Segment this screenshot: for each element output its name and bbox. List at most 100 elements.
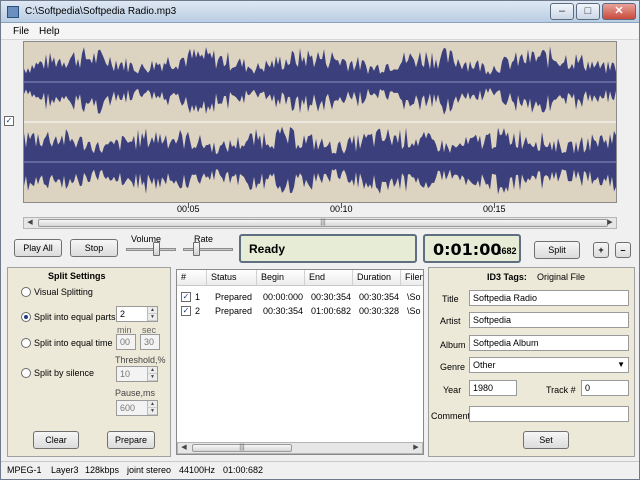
split-settings-title: Split Settings xyxy=(48,271,106,281)
scroll-left-arrow-icon[interactable]: ◀ xyxy=(24,218,36,228)
waveform-scrollbar[interactable]: ◀ ||| ▶ xyxy=(23,217,617,229)
rate-slider-track[interactable] xyxy=(183,248,233,251)
radio-silence[interactable] xyxy=(21,368,31,378)
stop-button[interactable]: Stop xyxy=(70,239,118,257)
id3-source: Original File xyxy=(537,272,586,282)
min-input[interactable]: 00 xyxy=(116,334,136,350)
volume-slider-thumb[interactable] xyxy=(153,242,160,256)
table-scrollbar[interactable]: ◀ ||| ▶ xyxy=(177,442,423,454)
threshold-spinner[interactable]: ▲ ▼ xyxy=(147,367,157,381)
row-checkbox[interactable]: ✓ xyxy=(181,306,191,316)
wave-side-panel xyxy=(617,41,639,203)
chevron-down-icon[interactable]: ▼ xyxy=(617,358,625,372)
track-label: Track # xyxy=(546,385,576,395)
menu-file[interactable]: File xyxy=(13,26,29,37)
scrollbar-thumb[interactable]: ||| xyxy=(38,219,608,227)
menu-bar: File Help xyxy=(1,23,639,40)
comment-label: Comment xyxy=(431,411,471,421)
prepare-button[interactable]: Prepare xyxy=(107,431,155,449)
pause-label: Pause,ms xyxy=(115,388,156,398)
status-format: MPEG-1 xyxy=(7,465,42,475)
track-checkbox[interactable]: ✓ xyxy=(4,116,14,126)
parts-value: 2 xyxy=(120,309,126,319)
menu-help[interactable]: Help xyxy=(39,26,60,37)
row-begin: 00:30:354 xyxy=(263,306,304,316)
radio-visual-splitting[interactable] xyxy=(21,287,31,297)
year-label: Year xyxy=(443,385,462,395)
track-input[interactable]: 0 xyxy=(581,380,629,396)
sec-input[interactable]: 30 xyxy=(140,334,160,350)
time-display: 0:01:00 .682 xyxy=(423,234,521,263)
comment-input[interactable] xyxy=(469,406,629,422)
split-results-table: # Status Begin End Duration Filen ✓ 1 Pr… xyxy=(176,269,424,455)
status-bitrate: 128kbps xyxy=(85,465,120,475)
parts-input[interactable]: 2 ▲ ▼ xyxy=(116,306,158,322)
threshold-label: Threshold,% xyxy=(115,355,166,365)
row-end: 01:00:682 xyxy=(311,306,352,316)
row-num: 1 xyxy=(195,292,201,302)
volume-slider-track[interactable] xyxy=(126,248,176,251)
radio-equal-parts[interactable] xyxy=(21,312,31,322)
col-header-end[interactable]: End xyxy=(305,270,353,286)
add-button[interactable]: + xyxy=(593,242,609,258)
album-input[interactable]: Softpedia Album xyxy=(469,335,629,351)
col-header-duration[interactable]: Duration xyxy=(353,270,401,286)
col-header-begin[interactable]: Begin xyxy=(257,270,305,286)
col-header-num[interactable]: # xyxy=(177,270,207,286)
app-window: C:\Softpedia\Softpedia Radio.mp3 – □ ✕ F… xyxy=(0,0,640,480)
row-file: \So xyxy=(407,292,421,302)
option-visual-splitting[interactable]: Visual Splitting xyxy=(34,287,93,297)
row-file: \So xyxy=(407,306,421,316)
year-input[interactable]: 1980 xyxy=(469,380,517,396)
waveform-channel-1 xyxy=(24,46,616,115)
clear-button[interactable]: Clear xyxy=(33,431,79,449)
radio-equal-time[interactable] xyxy=(21,338,31,348)
rate-slider-thumb[interactable] xyxy=(193,242,200,256)
col-header-status[interactable]: Status xyxy=(207,270,257,286)
pause-spinner[interactable]: ▲ ▼ xyxy=(147,401,157,415)
option-silence[interactable]: Split by silence xyxy=(34,368,94,378)
play-all-button[interactable]: Play All xyxy=(14,239,62,257)
artist-label: Artist xyxy=(440,316,461,326)
waveform-graphic xyxy=(24,46,616,195)
window-title: C:\Softpedia\Softpedia Radio.mp3 xyxy=(25,6,177,17)
genre-select[interactable]: Other ▼ xyxy=(469,357,629,373)
track-gutter: ✓ xyxy=(1,41,23,203)
close-button[interactable]: ✕ xyxy=(602,3,636,20)
title-bar: C:\Softpedia\Softpedia Radio.mp3 – □ ✕ xyxy=(1,1,639,23)
row-status: Prepared xyxy=(215,292,253,302)
remove-button[interactable]: – xyxy=(615,242,631,258)
table-scrollbar-thumb[interactable]: ||| xyxy=(192,444,292,452)
col-header-filename[interactable]: Filen xyxy=(401,270,423,286)
option-equal-time[interactable]: Split into equal time xyxy=(34,338,113,348)
split-button[interactable]: Split xyxy=(534,241,580,259)
genre-label: Genre xyxy=(440,362,466,372)
status-duration: 01:00:682 xyxy=(223,465,264,475)
waveform-view[interactable] xyxy=(23,41,617,203)
scroll-right-arrow-icon[interactable]: ▶ xyxy=(604,218,616,228)
minimize-button[interactable]: – xyxy=(550,3,574,20)
scroll-left-arrow-icon[interactable]: ◀ xyxy=(178,443,190,453)
timeline-ruler: 00:05 00:10 00:15 xyxy=(23,203,617,215)
row-checkbox[interactable]: ✓ xyxy=(181,292,191,302)
artist-input[interactable]: Softpedia xyxy=(469,312,629,328)
status-text: Ready xyxy=(249,242,286,256)
row-duration: 00:30:354 xyxy=(359,292,400,302)
title-input[interactable]: Softpedia Radio xyxy=(469,290,629,306)
status-display: Ready xyxy=(239,234,417,263)
parts-spinner[interactable]: ▲ ▼ xyxy=(147,307,157,321)
maximize-button[interactable]: □ xyxy=(576,3,600,20)
set-button[interactable]: Set xyxy=(523,431,569,449)
time-mark-2: 00:10 xyxy=(330,204,353,214)
status-layer: Layer3 xyxy=(51,465,79,475)
pause-input[interactable]: 600 ▲ ▼ xyxy=(116,400,158,416)
row-end: 00:30:354 xyxy=(311,292,352,302)
scroll-right-arrow-icon[interactable]: ▶ xyxy=(410,443,422,453)
row-duration: 00:30:328 xyxy=(359,306,400,316)
threshold-input[interactable]: 10 ▲ ▼ xyxy=(116,366,158,382)
album-label: Album xyxy=(440,340,466,350)
waveform-channel-2 xyxy=(24,126,616,195)
status-bar: MPEG-1 Layer3 128kbps joint stereo 44100… xyxy=(1,461,639,479)
time-main: 0:01:00 xyxy=(433,240,502,259)
option-equal-parts[interactable]: Split into equal parts xyxy=(34,312,116,322)
